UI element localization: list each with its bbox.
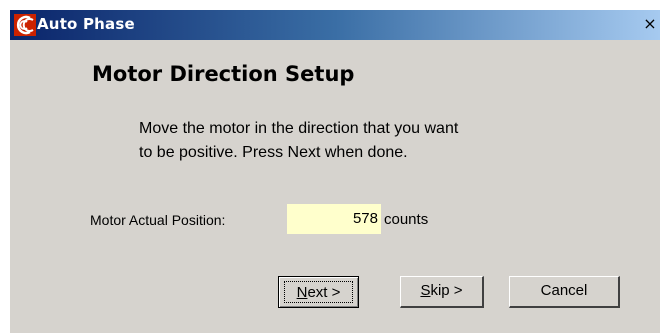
title-bar[interactable]: Auto Phase × bbox=[10, 10, 660, 40]
motor-position-label: Motor Actual Position: bbox=[90, 212, 226, 228]
skip-button[interactable]: Skip > bbox=[400, 276, 484, 308]
skip-button-label: kip > bbox=[430, 282, 463, 299]
instructions-line-2: to be positive. Press Next when done. bbox=[139, 144, 408, 161]
next-button-label: ext > bbox=[307, 284, 341, 301]
instructions-text: Move the motor in the direction that you… bbox=[139, 117, 599, 165]
skip-button-mnemonic: S bbox=[420, 282, 431, 299]
auto-phase-dialog: Auto Phase × Motor Direction Setup Move … bbox=[10, 10, 660, 333]
next-button-mnemonic: N bbox=[296, 284, 308, 301]
page-title: Motor Direction Setup bbox=[92, 62, 355, 86]
next-button-focus-rect: Next > bbox=[284, 281, 353, 303]
motor-position-unit: counts bbox=[384, 211, 429, 228]
next-button[interactable]: Next > bbox=[278, 276, 359, 308]
motor-position-value: 578 bbox=[287, 204, 381, 234]
cancel-button[interactable]: Cancel bbox=[509, 276, 620, 308]
copley-logo-icon bbox=[14, 14, 36, 36]
instructions-line-1: Move the motor in the direction that you… bbox=[139, 120, 459, 137]
close-icon[interactable]: × bbox=[642, 15, 658, 33]
window-title: Auto Phase bbox=[37, 15, 135, 33]
